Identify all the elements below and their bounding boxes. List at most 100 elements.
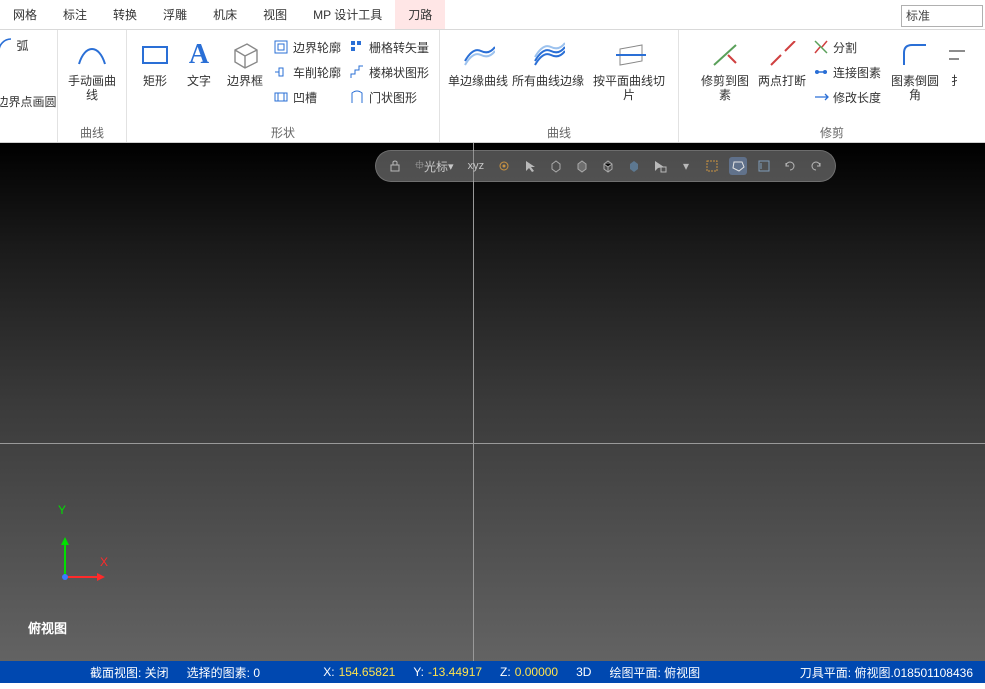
window-select-icon[interactable]: [703, 157, 721, 175]
status-plane[interactable]: 绘图平面: 俯视图: [609, 664, 700, 681]
status-x-val: 154.65821: [339, 665, 396, 679]
group-arc: 弧 边界点画圆: [0, 30, 58, 142]
trim-icon: [708, 38, 742, 72]
rectangle-button[interactable]: 矩形: [133, 34, 177, 106]
planar-slice-label: 按平面曲线切片: [588, 74, 670, 102]
bounding-box-icon: [228, 38, 262, 72]
raster-icon: [349, 39, 365, 55]
arc-icon: [0, 37, 13, 53]
tab-transform[interactable]: 转换: [100, 0, 150, 29]
raster-label: 栅格转矢量: [369, 39, 429, 56]
door-shape-button[interactable]: 门状图形: [345, 86, 433, 108]
rectangle-icon: [138, 38, 172, 72]
trim-mini-col: 分割 连接图素 修改长度: [809, 34, 885, 108]
status-y-val: -13.44917: [428, 665, 482, 679]
split-label: 分割: [833, 39, 857, 56]
solids3-icon[interactable]: [599, 157, 617, 175]
tab-toolpath[interactable]: 刀路: [395, 0, 445, 29]
join-icon: [813, 64, 829, 80]
search-input[interactable]: [901, 5, 983, 27]
more-button[interactable]: 扌: [945, 34, 969, 106]
shape-mini-col2: 栅格转矢量 楼梯状图形 门状图形: [345, 34, 433, 108]
raster-to-vector-button[interactable]: 栅格转矢量: [345, 36, 433, 58]
groove-button[interactable]: 凹槽: [269, 86, 345, 108]
groove-icon: [273, 89, 289, 105]
all-edge-curve-button[interactable]: 所有曲线边缘: [510, 34, 586, 106]
solids2-icon[interactable]: [573, 157, 591, 175]
solids4-icon[interactable]: [625, 157, 643, 175]
tab-emboss[interactable]: 浮雕: [150, 0, 200, 29]
stair-shape-button[interactable]: 楼梯状图形: [345, 61, 433, 83]
bottom-strip: [0, 683, 985, 689]
more-icon: [940, 38, 974, 72]
planar-slice-button[interactable]: 按平面曲线切片: [586, 34, 672, 106]
text-label: 文字: [187, 74, 211, 102]
select-icon[interactable]: [651, 157, 669, 175]
cursor-label: 光标: [424, 158, 448, 175]
single-edge-curve-button[interactable]: 单边缘曲线: [446, 34, 510, 106]
status-selected: 选择的图素: 0: [187, 664, 260, 681]
boundary-contour-icon: [273, 39, 289, 55]
turning-contour-button[interactable]: 车削轮廓: [269, 61, 345, 83]
separator: ▾: [677, 157, 695, 175]
cursor-mode-button[interactable]: ⯐ 光标 ▾: [412, 157, 457, 175]
tab-mp-design[interactable]: MP 设计工具: [300, 0, 395, 29]
split-button[interactable]: 分割: [809, 36, 885, 58]
lasso-select-icon[interactable]: [755, 157, 773, 175]
break-two-button[interactable]: 两点打断: [755, 34, 809, 106]
join-label: 连接图素: [833, 64, 881, 81]
arc-button[interactable]: 弧: [0, 34, 33, 56]
all-edge-label: 所有曲线边缘: [512, 74, 584, 102]
status-z-val: 0.00000: [515, 665, 558, 679]
boundary-circle-button[interactable]: 边界点画圆: [0, 90, 61, 112]
stair-icon: [349, 64, 365, 80]
tab-machine[interactable]: 机床: [200, 0, 250, 29]
groove-label: 凹槽: [293, 89, 317, 106]
polygon-select-icon[interactable]: [729, 157, 747, 175]
turning-contour-label: 车削轮廓: [293, 64, 341, 81]
turning-contour-icon: [273, 64, 289, 80]
status-x: X: 154.65821: [323, 665, 395, 679]
lock-icon[interactable]: [386, 157, 404, 175]
boundary-contour-label: 边界轮廓: [293, 39, 341, 56]
group-shape-label: 形状: [271, 122, 295, 142]
modify-length-button[interactable]: 修改长度: [809, 86, 885, 108]
status-right: 刀具平面: 俯视图.018501108436: [800, 664, 973, 681]
status-y: Y: -13.44917: [413, 665, 482, 679]
undo-icon[interactable]: [807, 157, 825, 175]
status-z: Z: 0.00000: [500, 665, 558, 679]
group-curve2: 单边缘曲线 所有曲线边缘 按平面曲线切片 曲线: [440, 30, 679, 142]
trim-to-entity-button[interactable]: 修剪到图素: [695, 34, 755, 106]
planar-slice-icon: [612, 38, 646, 72]
manual-curve-label: 手动画曲线: [66, 74, 118, 102]
join-button[interactable]: 连接图素: [809, 61, 885, 83]
tab-mesh[interactable]: 网格: [0, 0, 50, 29]
group-curve2-label: 曲线: [547, 122, 571, 142]
group-trim-label: 修剪: [820, 122, 844, 142]
single-edge-label: 单边缘曲线: [448, 74, 508, 102]
text-button[interactable]: A 文字: [177, 34, 221, 106]
xyz-button[interactable]: xyz: [465, 157, 488, 175]
solids-icon[interactable]: [547, 157, 565, 175]
pointer-icon[interactable]: [521, 157, 539, 175]
fillet-button[interactable]: 图素倒圆角: [885, 34, 945, 106]
tab-view[interactable]: 视图: [250, 0, 300, 29]
rotate-icon[interactable]: [781, 157, 799, 175]
boundary-contour-button[interactable]: 边界轮廓: [269, 36, 345, 58]
group-curve: 手动画曲线 曲线: [58, 30, 127, 142]
status-mode[interactable]: 3D: [576, 665, 591, 679]
length-icon: [813, 89, 829, 105]
tab-annotate[interactable]: 标注: [50, 0, 100, 29]
arc-label: 弧: [17, 37, 29, 54]
ribbon: 弧 边界点画圆 手动画曲线 曲线 矩形 A 文字: [0, 30, 985, 143]
stair-label: 楼梯状图形: [369, 64, 429, 81]
text-icon: A: [182, 38, 216, 72]
gear-icon[interactable]: [495, 157, 513, 175]
single-edge-icon: [461, 38, 495, 72]
manual-curve-button[interactable]: 手动画曲线: [64, 34, 120, 106]
viewport[interactable]: ⯐ 光标 ▾ xyz ▾ X Y 俯视图: [0, 143, 985, 661]
status-section-view[interactable]: 截面视图: 关闭: [90, 664, 169, 681]
bounding-box-button[interactable]: 边界框: [221, 34, 269, 106]
group-shape: 矩形 A 文字 边界框 边界轮廓 车削轮廓 凹槽 栅格转矢量 楼梯状图形 门状图…: [127, 30, 440, 142]
status-bar: 截面视图: 关闭 选择的图素: 0 X: 154.65821 Y: -13.44…: [0, 661, 985, 683]
